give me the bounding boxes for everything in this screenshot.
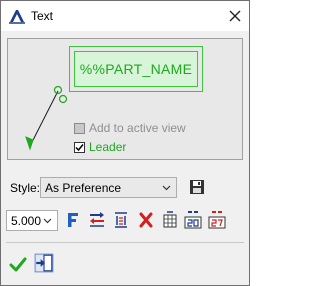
window-title: Text: [31, 9, 54, 23]
checkmark-icon: [75, 143, 84, 151]
text-preview-panel: %%PART_NAME Add to active view Leader: [7, 38, 243, 160]
size-select[interactable]: 5.000: [6, 210, 58, 231]
style-select-value: As Preference: [45, 181, 122, 195]
size-select-value: 5.000: [11, 214, 42, 228]
text-frame[interactable]: %%PART_NAME: [69, 46, 203, 92]
apply-exit-icon[interactable]: [34, 252, 54, 274]
style-select[interactable]: As Preference: [40, 177, 177, 198]
close-icon[interactable]: [227, 8, 243, 24]
divider: [6, 242, 244, 243]
add-to-active-view-checkbox[interactable]: [74, 122, 85, 134]
delete-icon[interactable]: [137, 211, 155, 229]
leader-label: Leader: [89, 140, 127, 154]
symbol-table-icon[interactable]: [161, 211, 179, 229]
text-direction-icon[interactable]: [88, 211, 106, 229]
text-inner-frame: %%PART_NAME: [74, 51, 198, 87]
text-dialog: Text %%PART_NAME Add to active view Lead…: [0, 0, 250, 286]
ok-check-icon[interactable]: [9, 255, 27, 273]
chevron-down-icon: [43, 218, 52, 224]
text-tool-icon: [9, 10, 25, 24]
save-icon[interactable]: [188, 178, 206, 196]
special-text-icon[interactable]: [184, 211, 202, 229]
text-fit-icon[interactable]: [112, 211, 130, 229]
title-bar: Text: [1, 1, 249, 31]
style-label: Style:: [10, 181, 41, 195]
leader-checkbox[interactable]: [74, 141, 85, 153]
font-icon[interactable]: [64, 211, 82, 229]
sample-text: %%PART_NAME: [79, 61, 193, 77]
chevron-down-icon: [162, 185, 171, 191]
leader-option: Leader: [74, 140, 126, 154]
add-to-active-view-label: Add to active view: [89, 121, 186, 135]
special-text-alt-icon[interactable]: [208, 211, 226, 229]
add-to-active-view-option: Add to active view: [74, 121, 186, 135]
